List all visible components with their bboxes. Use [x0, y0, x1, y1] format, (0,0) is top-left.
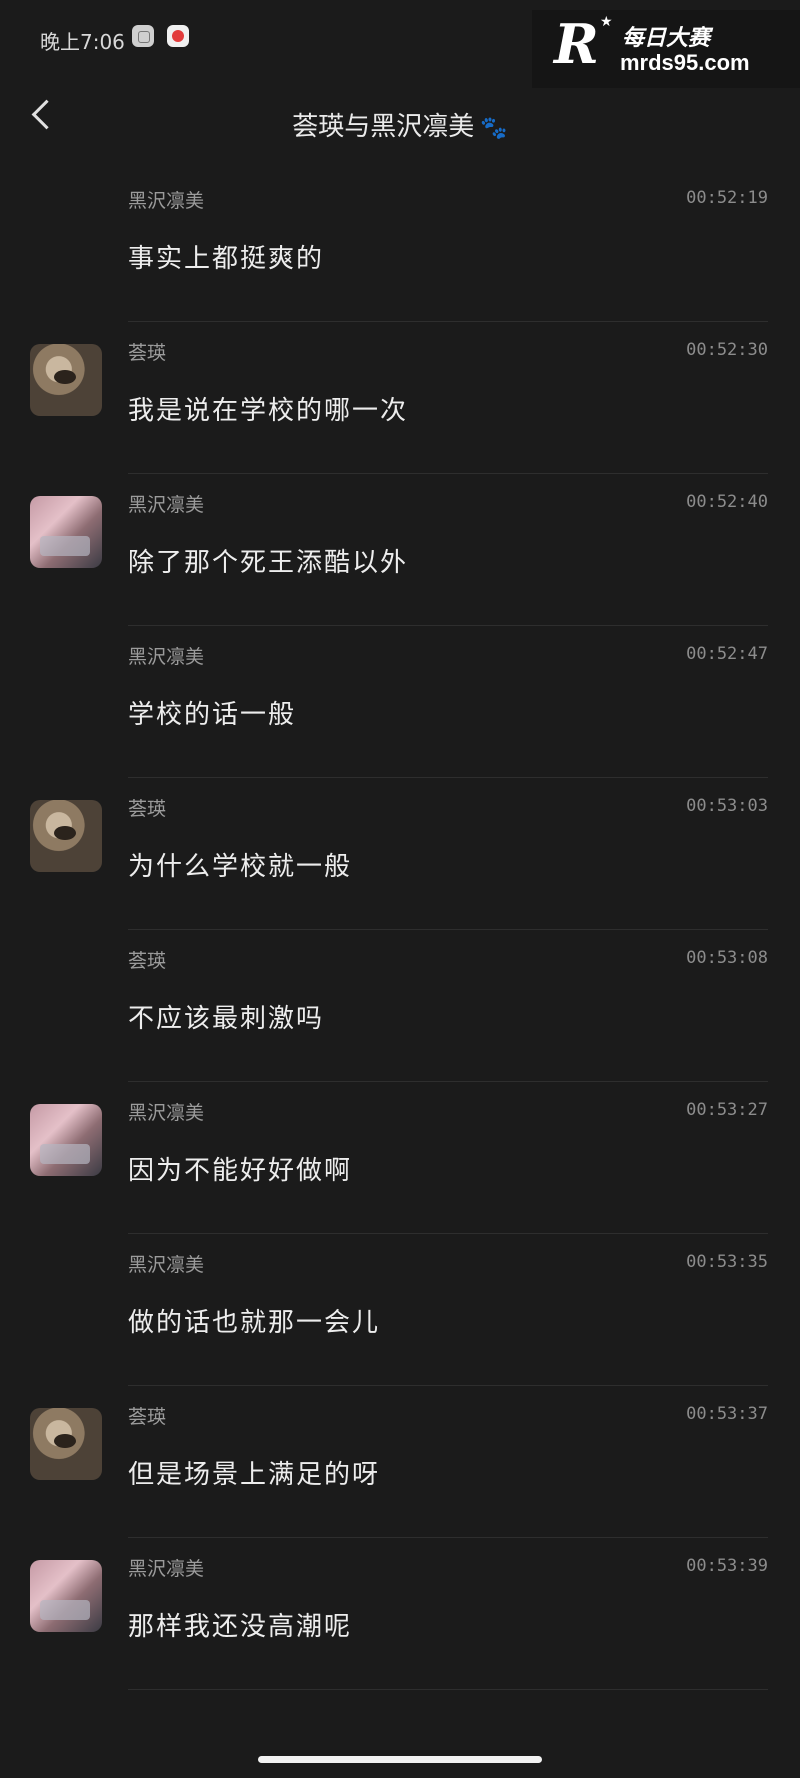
sender-name: 黑沢凛美	[128, 1102, 205, 1124]
sender-name: 黑沢凛美	[128, 494, 205, 516]
list-item[interactable]: 黑沢凛美 00:52:40 除了那个死王添酷以外	[0, 474, 800, 626]
sender-name: 荟瑛	[128, 798, 167, 820]
watermark-logo: R ★ 每日大赛 mrds95.com	[532, 10, 800, 88]
list-item[interactable]: 黑沢凛美 00:53:39 那样我还没高潮呢	[0, 1538, 800, 1690]
message-time: 00:53:08	[686, 948, 768, 968]
divider	[128, 1689, 768, 1690]
list-item[interactable]: 荟瑛 00:53:37 但是场景上满足的呀	[0, 1386, 800, 1538]
message-time: 00:52:30	[686, 340, 768, 360]
message-time: 00:52:47	[686, 644, 768, 664]
paw-icon: 🐾	[480, 116, 508, 141]
list-item[interactable]: 黑沢凛美 00:53:35 做的话也就那一会儿	[0, 1234, 800, 1386]
status-time: 晚上7:06	[40, 30, 125, 54]
avatar[interactable]	[30, 1104, 102, 1176]
message-text: 那样我还没高潮呢	[128, 1612, 353, 1642]
avatar[interactable]	[30, 496, 102, 568]
sender-name: 黑沢凛美	[128, 646, 205, 668]
sender-name: 荟瑛	[128, 342, 167, 364]
watermark-brand: 每日大赛	[622, 26, 711, 51]
message-time: 00:53:27	[686, 1100, 768, 1120]
message-text: 事实上都挺爽的	[128, 244, 325, 274]
message-list[interactable]: 黑沢凛美 00:52:19 事实上都挺爽的 荟瑛 00:52:30 我是说在学校的哪一次黑…	[0, 170, 800, 1690]
logo-mark: R	[554, 12, 599, 76]
list-item[interactable]: 黑沢凛美 00:53:27 因为不能好好做啊	[0, 1082, 800, 1234]
sender-name: 荟瑛	[128, 1406, 167, 1428]
watermark-url: mrds95.com	[620, 50, 750, 75]
avatar[interactable]	[30, 1408, 102, 1480]
list-item[interactable]: 荟瑛 00:52:30 我是说在学校的哪一次	[0, 322, 800, 474]
home-indicator[interactable]	[258, 1756, 542, 1763]
message-text: 因为不能好好做啊	[128, 1156, 353, 1186]
star-icon: ★	[600, 14, 613, 30]
message-text: 除了那个死王添酷以外	[128, 548, 409, 578]
avatar[interactable]	[30, 800, 102, 872]
page-title: 荟瑛与黑沢凛美 🐾	[0, 106, 800, 143]
sender-name: 荟瑛	[128, 950, 167, 972]
message-time: 00:52:40	[686, 492, 768, 512]
sender-name: 黑沢凛美	[128, 1254, 205, 1276]
title-text: 荟瑛与黑沢凛美	[292, 112, 475, 142]
list-item[interactable]: 黑沢凛美 00:52:47 学校的话一般	[0, 626, 800, 778]
message-text: 学校的话一般	[128, 700, 297, 730]
list-item[interactable]: 荟瑛 00:53:03 为什么学校就一般	[0, 778, 800, 930]
message-time: 00:53:35	[686, 1252, 768, 1272]
list-item[interactable]: 荟瑛 00:53:08 不应该最刺激吗	[0, 930, 800, 1082]
message-time: 00:53:03	[686, 796, 768, 816]
message-text: 做的话也就那一会儿	[128, 1308, 381, 1338]
message-text: 我是说在学校的哪一次	[128, 396, 409, 426]
avatar[interactable]	[30, 1560, 102, 1632]
message-text: 为什么学校就一般	[128, 852, 353, 882]
message-time: 00:53:37	[686, 1404, 768, 1424]
record-icon	[167, 25, 189, 47]
header: 荟瑛与黑沢凛美 🐾	[0, 80, 800, 160]
message-text: 但是场景上满足的呀	[128, 1460, 381, 1490]
message-time: 00:52:19	[686, 188, 768, 208]
app-icon	[132, 25, 154, 47]
message-time: 00:53:39	[686, 1556, 768, 1576]
list-item[interactable]: 黑沢凛美 00:52:19 事实上都挺爽的	[0, 170, 800, 322]
sender-name: 黑沢凛美	[128, 190, 205, 212]
avatar[interactable]	[30, 344, 102, 416]
sender-name: 黑沢凛美	[128, 1558, 205, 1580]
message-text: 不应该最刺激吗	[128, 1004, 325, 1034]
